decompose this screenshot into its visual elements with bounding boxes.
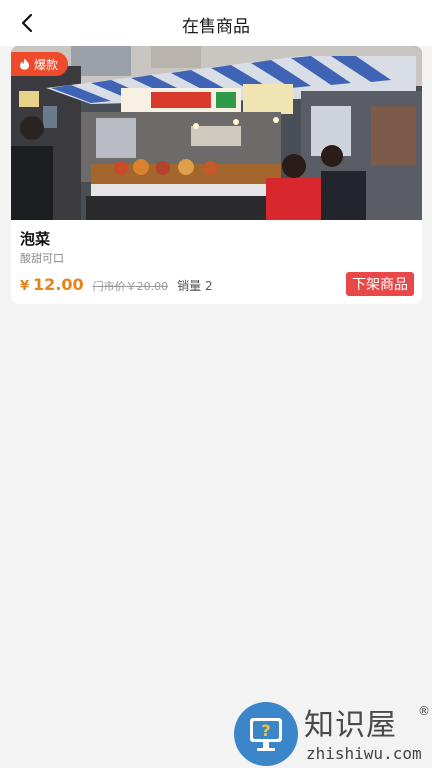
original-price: 门市价￥20.00 <box>92 280 169 293</box>
sales-count: 销量 2 <box>177 279 213 293</box>
watermark-domain: zhishiwu.com <box>306 744 422 763</box>
monitor-question-icon: ? <box>234 702 298 766</box>
product-card[interactable]: 爆款 泡菜 酸甜可口 ¥12.00 门市价￥20.00 销量 2 下架商品 <box>11 46 422 304</box>
watermark: ? 知识屋 ® zhishiwu.com <box>232 700 432 768</box>
watermark-brand: 知识屋 <box>304 708 397 743</box>
flame-icon <box>20 58 29 70</box>
hot-badge: 爆款 <box>11 52 69 76</box>
take-offline-button[interactable]: 下架商品 <box>346 272 414 296</box>
currency-symbol: ¥ <box>20 279 30 294</box>
svg-text:?: ? <box>261 721 270 740</box>
product-subtitle: 酸甜可口 <box>20 252 64 265</box>
current-price: ¥12.00 <box>20 275 84 294</box>
page-title: 在售商品 <box>182 17 250 37</box>
price-value: 12.00 <box>33 275 84 294</box>
registered-mark: ® <box>418 704 430 718</box>
product-image: 爆款 <box>11 46 422 220</box>
price-row: ¥12.00 门市价￥20.00 销量 2 <box>20 275 213 297</box>
navigation-bar: 在售商品 <box>0 0 432 46</box>
hot-badge-label: 爆款 <box>34 57 59 72</box>
product-name: 泡菜 <box>20 230 51 248</box>
